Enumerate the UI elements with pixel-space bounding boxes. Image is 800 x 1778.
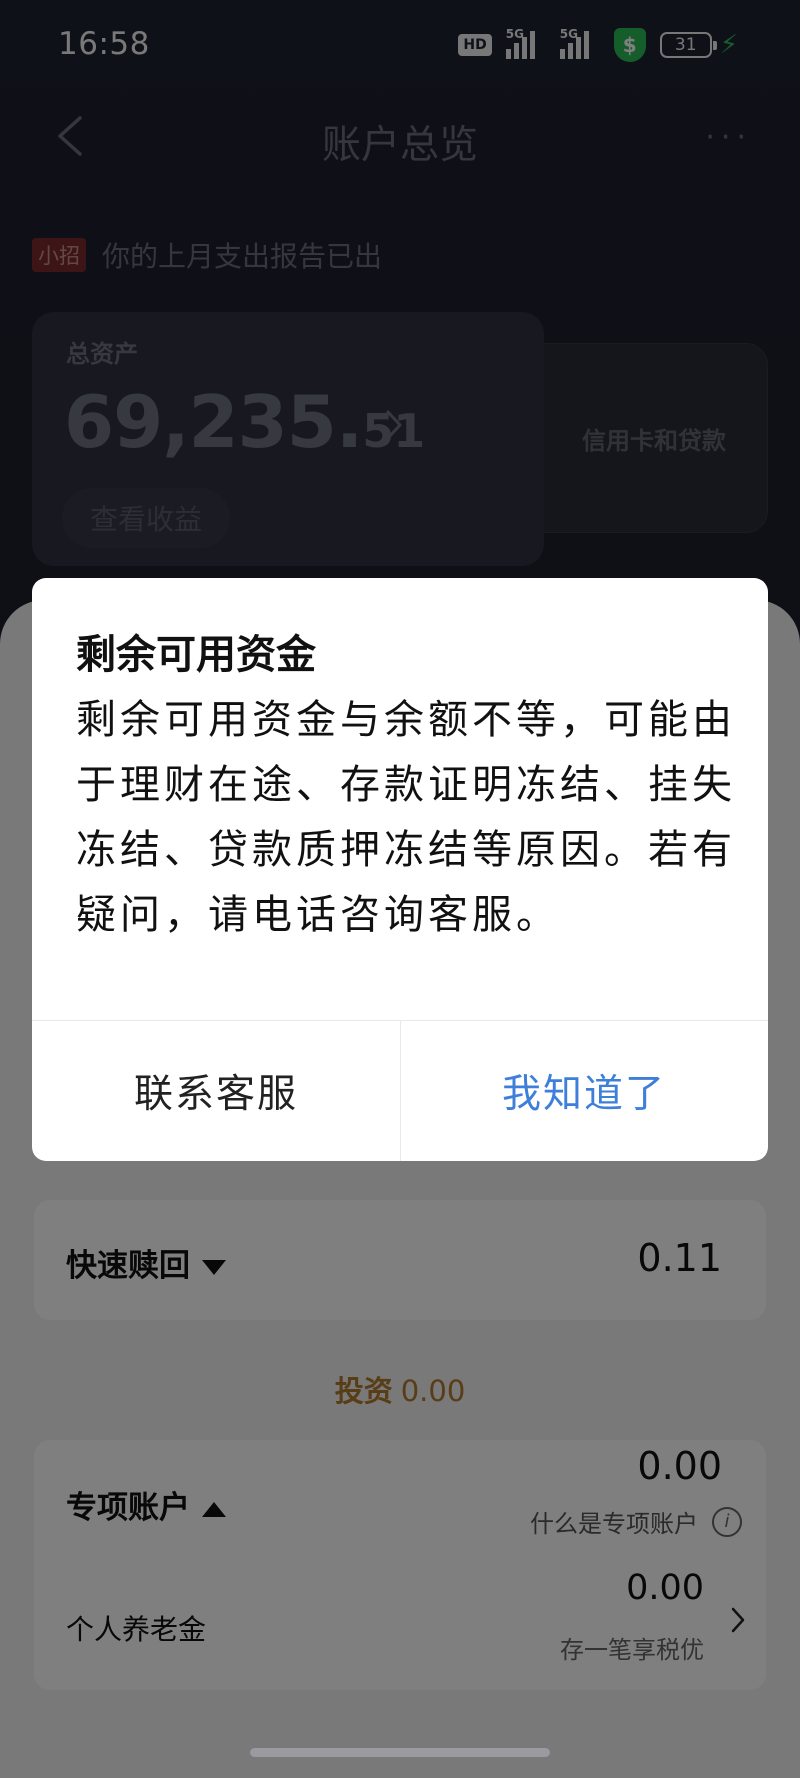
- available-funds-dialog: 剩余可用资金 剩余可用资金与余额不等，可能由于理财在途、存款证明冻结、挂失冻结、…: [32, 578, 768, 1161]
- home-indicator[interactable]: [250, 1748, 550, 1757]
- dialog-title: 剩余可用资金: [76, 632, 316, 678]
- dialog-body: 剩余可用资金与余额不等，可能由于理财在途、存款证明冻结、挂失冻结、贷款质押冻结等…: [76, 697, 736, 938]
- got-it-button[interactable]: 我知道了: [400, 1020, 768, 1161]
- contact-support-button[interactable]: 联系客服: [32, 1020, 400, 1161]
